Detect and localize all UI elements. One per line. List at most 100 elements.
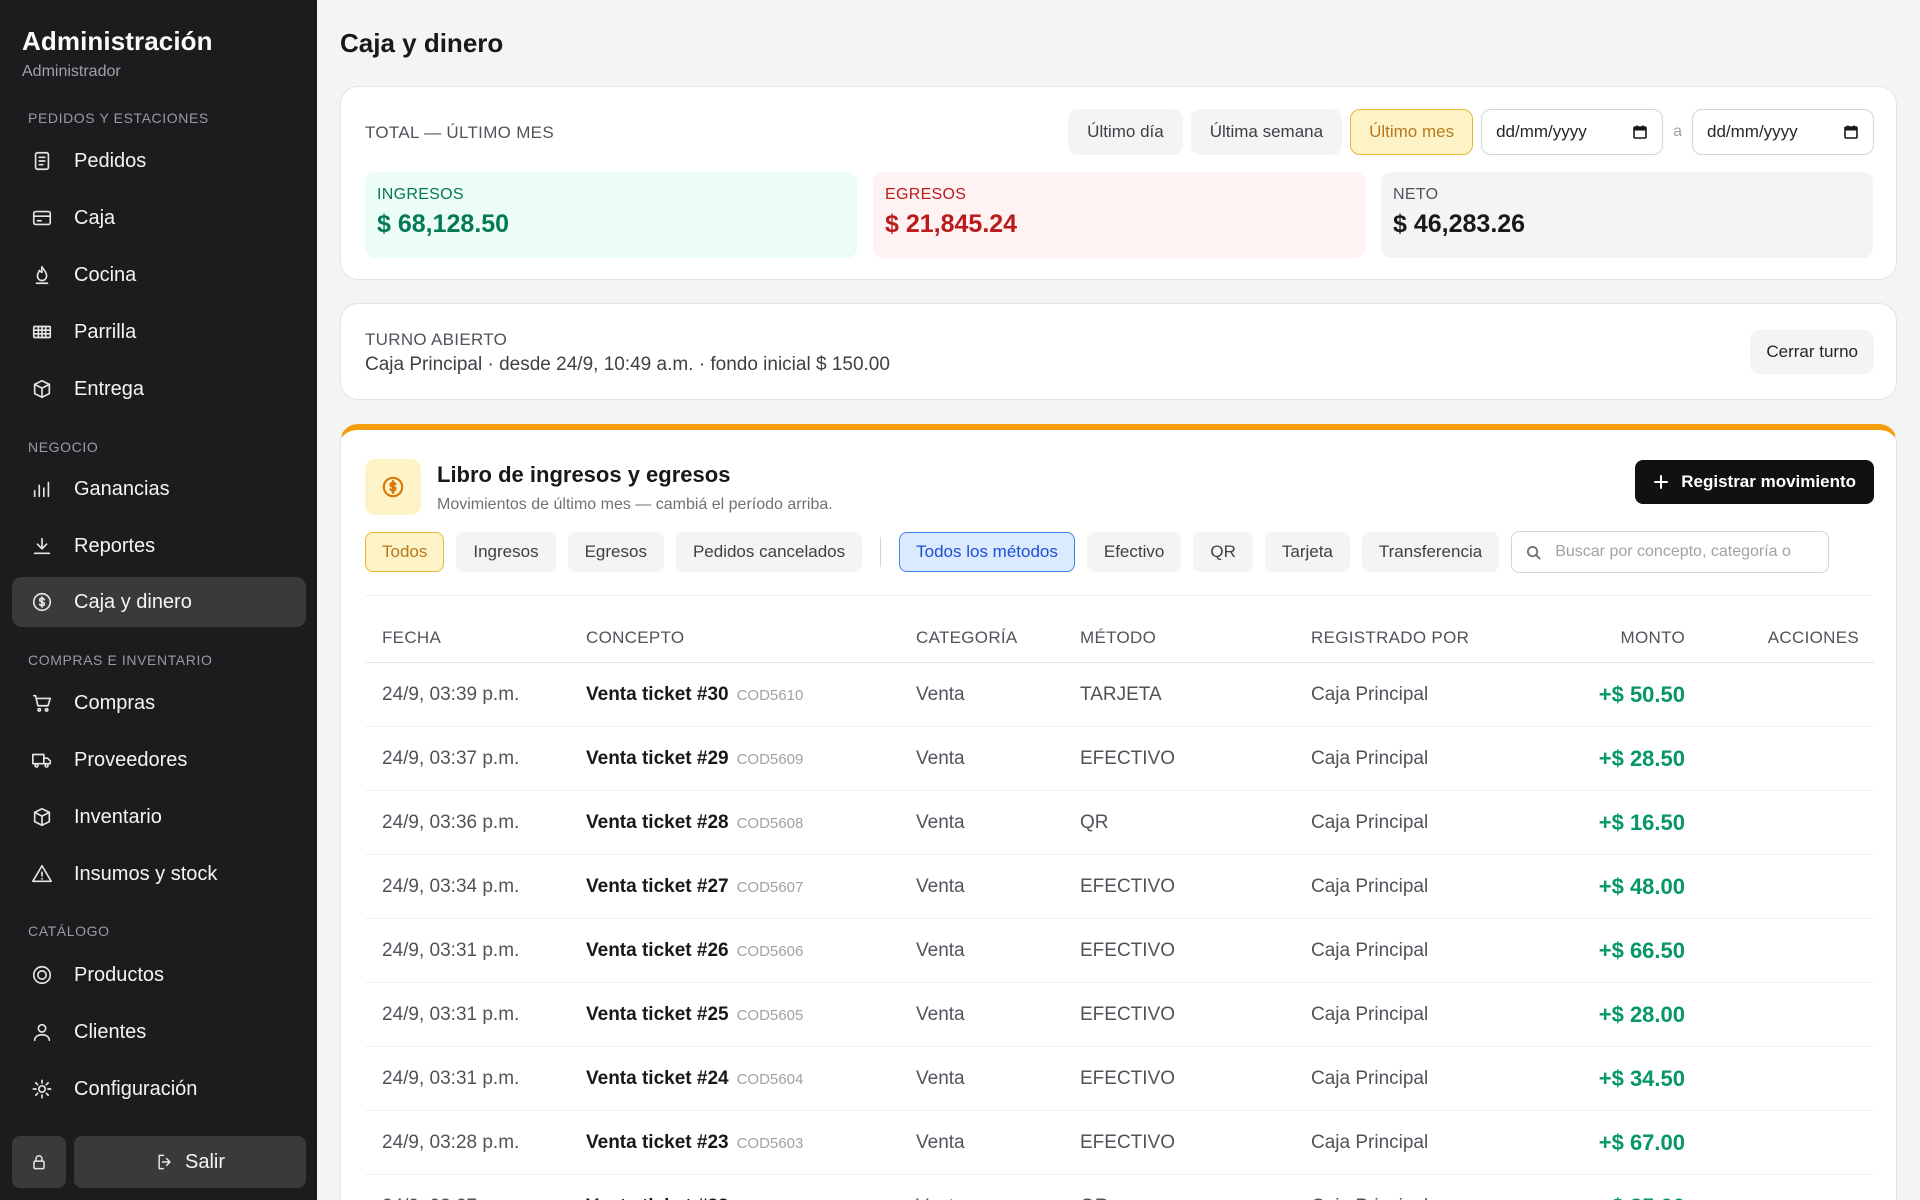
cell-metodo: TARJETA bbox=[1080, 683, 1162, 705]
col-fecha[interactable]: FECHA bbox=[365, 628, 586, 648]
date-to-input[interactable]: dd/mm/yyyy bbox=[1692, 109, 1874, 155]
close-shift-button[interactable]: Cerrar turno bbox=[1750, 330, 1874, 374]
concept-code: COD5609 bbox=[736, 750, 804, 768]
neto-stat: NETO $ 46,283.26 bbox=[1381, 172, 1873, 258]
summary-card: TOTAL — ÚLTIMO MES Último día Última sem… bbox=[340, 86, 1897, 280]
cell-fecha: 24/9, 03:31 p.m. bbox=[382, 939, 520, 961]
sidebar-item-ganancias[interactable]: Ganancias bbox=[12, 464, 306, 514]
sidebar-item-cocina[interactable]: Cocina bbox=[12, 250, 306, 300]
shift-label: TURNO ABIERTO bbox=[365, 330, 508, 349]
sidebar-item-label: Cocina bbox=[74, 263, 137, 286]
sidebar-item-label: Inventario bbox=[74, 805, 162, 828]
col-categoria[interactable]: CATEGORÍA bbox=[916, 628, 1080, 648]
concept-title: Venta ticket #28 bbox=[586, 811, 729, 833]
cell-registrado: Caja Principal bbox=[1311, 747, 1429, 769]
truck-icon bbox=[30, 748, 54, 772]
table-row[interactable]: 24/9, 03:31 p.m. Venta ticket #25 COD5605 V… bbox=[365, 983, 1874, 1047]
sidebar-item-label: Productos bbox=[74, 963, 165, 986]
concept-title: Venta ticket #29 bbox=[586, 747, 729, 769]
filters-divider bbox=[365, 595, 1872, 596]
sidebar-item-pedidos[interactable]: Pedidos bbox=[12, 136, 306, 186]
register-movement-button[interactable]: Registrar movimiento bbox=[1635, 460, 1874, 504]
table-row[interactable]: 24/9, 03:34 p.m. Venta ticket #27 COD5607 V… bbox=[365, 855, 1874, 919]
lock-button[interactable] bbox=[12, 1136, 66, 1188]
cell-registrado: Caja Principal bbox=[1311, 875, 1429, 897]
filter-pedidos-cancelados[interactable]: Pedidos cancelados bbox=[675, 532, 863, 572]
col-registrado[interactable]: REGISTRADO POR bbox=[1311, 628, 1563, 648]
egresos-value: $ 21,845.24 bbox=[885, 210, 1018, 238]
cell-categoria: Venta bbox=[916, 1067, 965, 1089]
sidebar-item-label: Reportes bbox=[74, 534, 156, 557]
cell-categoria: Venta bbox=[916, 747, 965, 769]
sidebar-item-label: Pedidos bbox=[74, 149, 147, 172]
app-title: Administración bbox=[22, 26, 213, 56]
date-separator: a bbox=[1673, 123, 1682, 140]
logout-button[interactable]: Salir bbox=[74, 1136, 306, 1188]
table-row[interactable]: 24/9, 03:28 p.m. Venta ticket #23 COD5603 V… bbox=[365, 1111, 1874, 1175]
table-row[interactable]: 24/9, 03:31 p.m. Venta ticket #24 COD5604 V… bbox=[365, 1047, 1874, 1111]
filter-ingresos[interactable]: Ingresos bbox=[456, 532, 556, 572]
sidebar-item-label: Compras bbox=[74, 691, 156, 714]
calendar-icon bbox=[1844, 125, 1858, 139]
search-box[interactable] bbox=[1511, 531, 1830, 573]
sidebar-item-clientes[interactable]: Clientes bbox=[12, 1007, 306, 1057]
sidebar-item-insumos[interactable]: Insumos y stock bbox=[12, 849, 306, 899]
cell-concepto: Venta ticket #24 COD5604 bbox=[586, 1068, 916, 1090]
concept-code: COD5605 bbox=[736, 1006, 804, 1024]
sidebar-item-inventario[interactable]: Inventario bbox=[12, 792, 306, 842]
sidebar-item-configuracion[interactable]: Configuración bbox=[12, 1064, 306, 1114]
filter-todos-metodos[interactable]: Todos los métodos bbox=[899, 532, 1075, 572]
sidebar-item-label: Clientes bbox=[74, 1020, 147, 1043]
table-row[interactable]: 24/9, 03:39 p.m. Venta ticket #30 COD5610 V… bbox=[365, 663, 1874, 727]
concept-title: Venta ticket #23 bbox=[586, 1131, 729, 1153]
flame-icon bbox=[30, 263, 54, 287]
filter-egresos[interactable]: Egresos bbox=[567, 532, 664, 572]
table-body: 24/9, 03:39 p.m. Venta ticket #30 COD5610 V… bbox=[365, 663, 1874, 1200]
table-row[interactable]: 24/9, 03:31 p.m. Venta ticket #26 COD5606 V… bbox=[365, 919, 1874, 983]
shift-card: TURNO ABIERTO Caja Principal · desde 24/… bbox=[340, 303, 1897, 400]
cell-monto: +$ 35.00 bbox=[1563, 1194, 1685, 1200]
table-row[interactable]: 24/9, 03:37 p.m. Venta ticket #29 COD5609 V… bbox=[365, 727, 1874, 791]
sidebar-item-label: Caja bbox=[74, 206, 116, 229]
sidebar-item-compras[interactable]: Compras bbox=[12, 678, 306, 728]
table-row[interactable]: 24/9, 03:36 p.m. Venta ticket #28 COD5608 V… bbox=[365, 791, 1874, 855]
period-month-button[interactable]: Último mes bbox=[1350, 109, 1474, 155]
date-from-placeholder: dd/mm/yyyy bbox=[1496, 122, 1587, 141]
cell-registrado: Caja Principal bbox=[1311, 1196, 1563, 1200]
concept-title: Venta ticket #26 bbox=[586, 939, 729, 961]
search-input[interactable] bbox=[1555, 543, 1806, 561]
sidebar-item-reportes[interactable]: Reportes bbox=[12, 521, 306, 571]
concept-code: COD5608 bbox=[736, 814, 804, 832]
sidebar-item-entrega[interactable]: Entrega bbox=[12, 364, 306, 414]
cell-monto: +$ 67.00 bbox=[1598, 1129, 1685, 1155]
sidebar-item-caja-y-dinero[interactable]: Caja y dinero bbox=[12, 577, 306, 627]
date-from-input[interactable]: dd/mm/yyyy bbox=[1481, 109, 1664, 155]
summary-label: TOTAL — ÚLTIMO MES bbox=[365, 123, 554, 142]
grill-icon bbox=[30, 320, 54, 344]
col-metodo[interactable]: MÉTODO bbox=[1080, 628, 1311, 648]
filter-efectivo[interactable]: Efectivo bbox=[1086, 532, 1182, 572]
period-day-button[interactable]: Último día bbox=[1068, 109, 1183, 155]
col-monto[interactable]: MONTO bbox=[1563, 628, 1685, 648]
filter-qr[interactable]: QR bbox=[1193, 532, 1253, 572]
cart-icon bbox=[30, 691, 54, 715]
ledger-title: Libro de ingresos y egresos bbox=[437, 462, 731, 487]
period-week-button[interactable]: Última semana bbox=[1190, 109, 1343, 155]
sidebar-item-caja[interactable]: Caja bbox=[12, 193, 306, 243]
ingresos-stat: INGRESOS $ 68,128.50 bbox=[365, 172, 857, 258]
concept-code: COD5606 bbox=[736, 942, 804, 960]
filter-transferencia[interactable]: Transferencia bbox=[1361, 532, 1500, 572]
cell-categoria: Venta bbox=[916, 1003, 965, 1025]
sidebar-item-proveedores[interactable]: Proveedores bbox=[12, 735, 306, 785]
col-concepto[interactable]: CONCEPTO bbox=[586, 628, 916, 648]
bar-chart-icon bbox=[30, 477, 54, 501]
table-row[interactable]: 24/9, 03:27 p.m.Venta ticket #22COD5602V… bbox=[365, 1175, 1874, 1200]
cell-fecha: 24/9, 03:34 p.m. bbox=[382, 875, 520, 897]
sidebar-item-productos[interactable]: Productos bbox=[12, 950, 306, 1000]
period-selector: Último día Última semana Último mes dd/m… bbox=[1068, 109, 1874, 155]
sidebar-item-parrilla[interactable]: Parrilla bbox=[12, 307, 306, 357]
filter-todos[interactable]: Todos bbox=[365, 532, 445, 572]
filter-tarjeta[interactable]: Tarjeta bbox=[1264, 532, 1350, 572]
calendar-icon bbox=[1633, 125, 1647, 139]
page-title: Caja y dinero bbox=[340, 28, 504, 58]
